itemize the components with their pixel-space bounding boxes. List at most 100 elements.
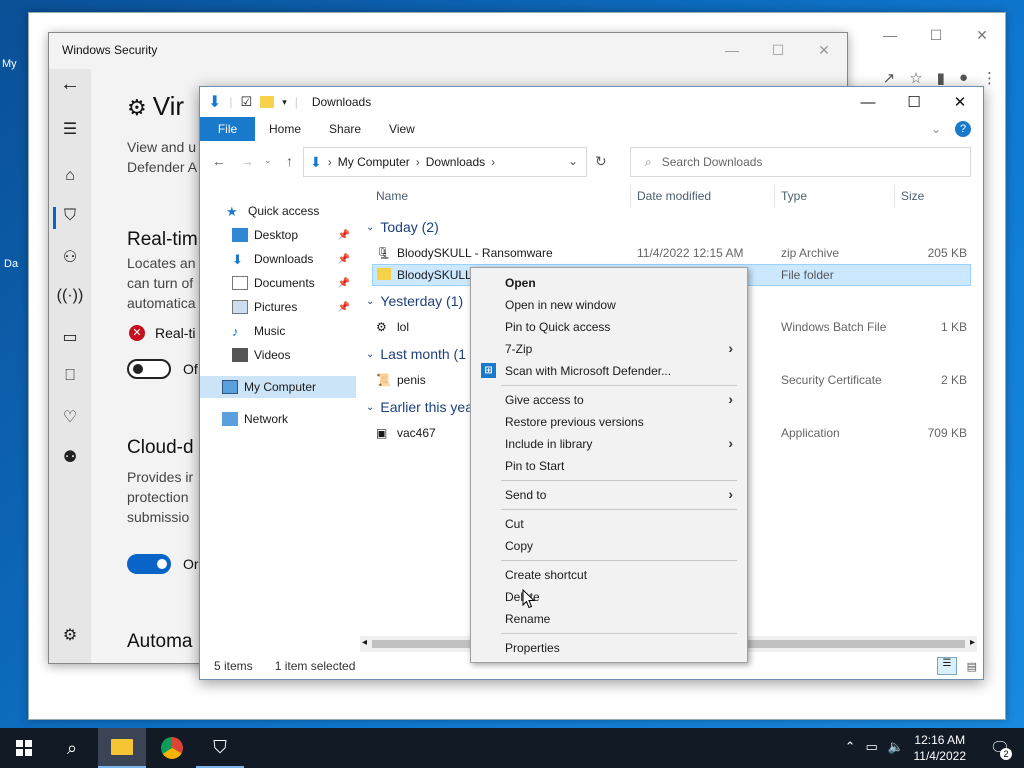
hamburger-icon[interactable]: ☰ [49, 119, 91, 139]
dropdown-icon[interactable]: ▾ [282, 97, 287, 108]
back-icon[interactable]: ← [212, 153, 226, 169]
menu-item-rename[interactable]: Rename [471, 608, 747, 630]
menu-item-send-to[interactable]: Send to › [471, 484, 747, 506]
group-header[interactable]: ⌄ Today (2) [366, 219, 439, 235]
file-row[interactable]: 🗜 BloodySKULL - Ransomware 11/4/2022 12:… [372, 242, 971, 264]
home-icon[interactable]: ⌂ [49, 167, 91, 185]
network-icon[interactable]: ((·)) [49, 287, 91, 305]
chevron-right-icon[interactable]: › [416, 155, 420, 169]
minimize-button[interactable]: — [867, 13, 913, 57]
nav-item-documents[interactable]: Documents 📌 [200, 272, 356, 294]
column-type[interactable]: Type [781, 189, 807, 203]
notification-center-button[interactable]: 🗨 2 [976, 728, 1024, 768]
desktop-icon-label[interactable]: My [2, 58, 17, 70]
taskbar-file-explorer[interactable] [98, 728, 146, 768]
tab-view[interactable]: View [375, 117, 429, 141]
refresh-icon[interactable]: ↻ [595, 153, 607, 170]
nav-item-my-computer[interactable]: My Computer [200, 376, 356, 398]
breadcrumb-item[interactable]: Downloads [426, 155, 485, 169]
tiles-view-icon[interactable]: ▤ [967, 660, 977, 673]
group-header[interactable]: ⌄ Yesterday (1) [366, 293, 463, 309]
settings-gear-icon[interactable]: ⚙ [49, 625, 91, 645]
maximize-button[interactable]: ☐ [891, 87, 937, 117]
maximize-button[interactable]: ☐ [913, 13, 959, 57]
family-icon[interactable]: ⚉ [49, 447, 91, 467]
menu-item-copy[interactable]: Copy [471, 535, 747, 557]
taskbar-chrome[interactable] [148, 728, 196, 768]
up-icon[interactable]: ↑ [286, 153, 293, 169]
back-arrow-icon[interactable]: ← [49, 73, 91, 96]
menu-item-7zip[interactable]: 7-Zip › [471, 338, 747, 360]
scroll-left-icon[interactable]: ◂ [362, 637, 367, 648]
ribbon-expand-icon[interactable]: ⌄ [917, 117, 955, 141]
network-tray-icon[interactable]: ▭ [866, 739, 878, 755]
details-view-icon[interactable]: ☰ [937, 657, 957, 675]
search-input[interactable]: ⌕ Search Downloads [630, 147, 971, 177]
menu-item-open-new-window[interactable]: Open in new window [471, 294, 747, 316]
close-button[interactable]: ✕ [959, 13, 1005, 57]
nav-item-downloads[interactable]: ⬇ Downloads 📌 [200, 248, 356, 270]
realtime-toggle[interactable] [127, 359, 171, 379]
menu-item-pin-quick-access[interactable]: Pin to Quick access [471, 316, 747, 338]
minimize-button[interactable]: — [709, 33, 755, 67]
taskbar-windows-security[interactable]: ⛉ [196, 728, 244, 768]
desktop-icon-label[interactable]: Da [4, 258, 18, 270]
nav-item-videos[interactable]: Videos [200, 344, 356, 366]
column-date[interactable]: Date modified [637, 189, 711, 203]
maximize-button[interactable]: ☐ [755, 33, 801, 67]
pin-icon[interactable]: 📌 [338, 302, 350, 313]
nav-item-pictures[interactable]: Pictures 📌 [200, 296, 356, 318]
clock[interactable]: 12:16 AM 11/4/2022 [914, 732, 967, 764]
star-icon[interactable]: ☆ [909, 69, 922, 87]
account-icon[interactable]: ⚇ [49, 247, 91, 267]
menu-item-properties[interactable]: Properties [471, 637, 747, 659]
breadcrumb-item[interactable]: My Computer [338, 155, 410, 169]
menu-item-cut[interactable]: Cut [471, 513, 747, 535]
group-header[interactable]: ⌄ Last month (1 [366, 346, 466, 362]
sidebar-icon[interactable]: ▮ [937, 69, 945, 87]
start-button[interactable] [0, 728, 48, 768]
menu-item-delete[interactable]: Delete [471, 586, 747, 608]
pin-icon[interactable]: 📌 [338, 230, 350, 241]
menu-item-include-library[interactable]: Include in library › [471, 433, 747, 455]
cloud-toggle[interactable] [127, 554, 171, 574]
recent-dropdown-icon[interactable]: ⌄ [264, 155, 272, 166]
properties-icon[interactable]: ⬇ [208, 92, 221, 112]
close-button[interactable]: ✕ [801, 33, 847, 67]
menu-icon[interactable]: ⋮ [982, 69, 997, 87]
column-name[interactable]: Name [376, 189, 408, 203]
tab-share[interactable]: Share [315, 117, 375, 141]
menu-item-pin-start[interactable]: Pin to Start [471, 455, 747, 477]
close-button[interactable]: ✕ [937, 87, 983, 117]
help-icon[interactable]: ? [955, 121, 971, 137]
address-dropdown-icon[interactable]: ⌄ [568, 154, 578, 168]
menu-item-restore-versions[interactable]: Restore previous versions [471, 411, 747, 433]
nav-item-desktop[interactable]: Desktop 📌 [200, 224, 356, 246]
share-icon[interactable]: ↗ [883, 69, 896, 87]
tab-home[interactable]: Home [255, 117, 315, 141]
pin-icon[interactable]: 📌 [338, 254, 350, 265]
column-divider[interactable] [894, 185, 895, 207]
chevron-up-icon[interactable]: ⌃ [845, 739, 856, 755]
chevron-right-icon[interactable]: › [328, 155, 332, 169]
menu-item-create-shortcut[interactable]: Create shortcut [471, 564, 747, 586]
nav-item-network[interactable]: Network [200, 408, 356, 430]
health-icon[interactable]: ♡ [49, 407, 91, 427]
scroll-right-icon[interactable]: ▸ [970, 637, 975, 648]
pin-icon[interactable]: 📌 [338, 278, 350, 289]
minimize-button[interactable]: — [845, 87, 891, 117]
menu-item-scan-defender[interactable]: ⊞ Scan with Microsoft Defender... [471, 360, 747, 382]
volume-icon[interactable]: 🔈 [888, 739, 904, 755]
tab-file[interactable]: File [200, 117, 255, 141]
chevron-right-icon[interactable]: › [491, 155, 495, 169]
checkbox-icon[interactable]: ☑ [241, 94, 253, 110]
address-bar[interactable]: ⬇ › My Computer › Downloads › ⌄ [303, 147, 587, 177]
column-divider[interactable] [630, 185, 631, 207]
folder-icon[interactable] [260, 96, 275, 108]
device-icon[interactable]: ⎕ [49, 367, 91, 385]
search-button[interactable]: ⌕ [48, 728, 96, 768]
column-divider[interactable] [774, 185, 775, 207]
menu-item-give-access[interactable]: Give access to › [471, 389, 747, 411]
profile-icon[interactable]: ● [959, 69, 968, 87]
forward-icon[interactable]: → [240, 153, 254, 169]
